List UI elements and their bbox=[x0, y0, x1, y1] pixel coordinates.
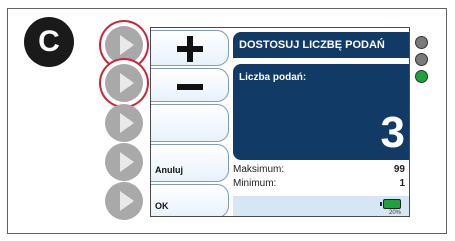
play-triangle-icon bbox=[120, 73, 134, 93]
ok-softkey[interactable]: OK bbox=[151, 184, 229, 216]
minus-icon bbox=[177, 74, 203, 100]
ok-softkey-label: OK bbox=[155, 201, 169, 211]
side-button-3[interactable] bbox=[105, 104, 143, 142]
min-label: Minimum: bbox=[233, 178, 277, 189]
play-triangle-icon bbox=[120, 35, 134, 55]
side-button-1[interactable] bbox=[105, 26, 143, 64]
max-label: Maksimum: bbox=[233, 164, 285, 175]
cancel-softkey-label: Anuluj bbox=[155, 165, 183, 175]
status-led-1 bbox=[415, 36, 428, 49]
value-label: Liczba podań: bbox=[239, 72, 307, 83]
softkey-column: Anuluj OK bbox=[151, 28, 229, 216]
battery-icon bbox=[380, 199, 401, 209]
decrement-softkey[interactable] bbox=[151, 68, 229, 102]
info-column: DOSTOSUJ LICZBĘ PODAŃ Liczba podań: 3 Ma… bbox=[233, 28, 409, 216]
value-number: 3 bbox=[380, 108, 405, 157]
play-triangle-icon bbox=[120, 113, 134, 133]
min-value: 1 bbox=[399, 178, 405, 189]
status-led-3 bbox=[415, 70, 428, 83]
value-panel: Liczba podań: 3 bbox=[233, 64, 409, 160]
play-triangle-icon bbox=[120, 152, 134, 172]
max-value: 99 bbox=[393, 164, 405, 175]
device-screen: Anuluj OK DOSTOSUJ LICZBĘ PODAŃ Liczba p… bbox=[150, 27, 410, 217]
side-button-2[interactable] bbox=[105, 64, 143, 102]
empty-softkey[interactable] bbox=[151, 104, 229, 142]
screen-title: DOSTOSUJ LICZBĘ PODAŃ bbox=[233, 32, 409, 58]
cancel-softkey[interactable]: Anuluj bbox=[151, 144, 229, 182]
status-strip: 20% bbox=[233, 196, 409, 216]
side-button-4[interactable] bbox=[105, 143, 143, 181]
side-button-5[interactable] bbox=[105, 182, 143, 220]
increment-softkey[interactable] bbox=[151, 30, 229, 66]
plus-icon bbox=[177, 36, 203, 62]
play-triangle-icon bbox=[120, 191, 134, 211]
panel-badge: C bbox=[24, 17, 74, 67]
status-led-2 bbox=[415, 53, 428, 66]
battery-percent: 20% bbox=[388, 210, 401, 216]
